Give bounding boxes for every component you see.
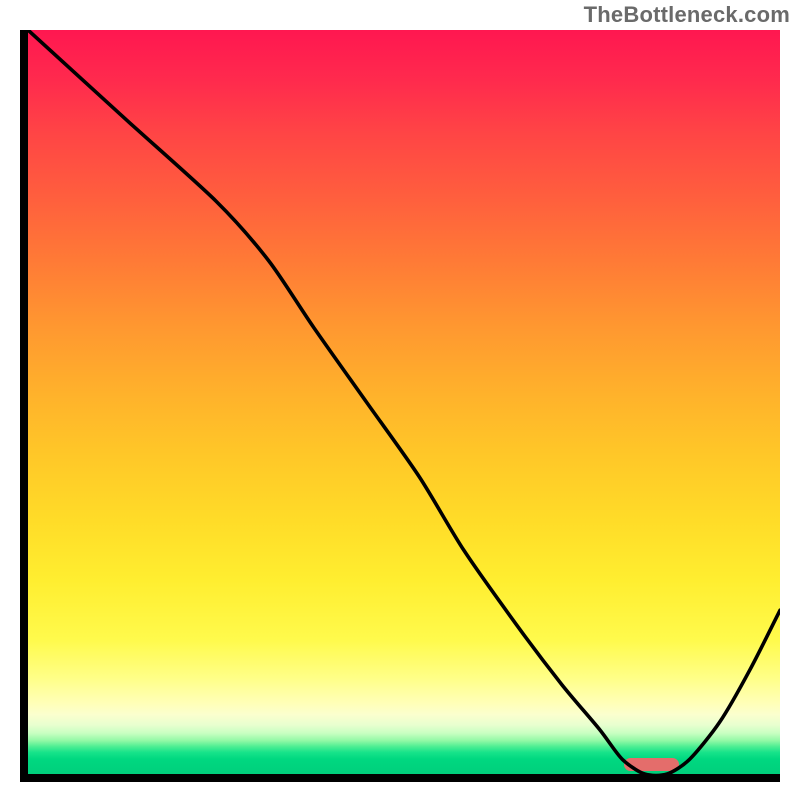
chart-stage: TheBottleneck.com [0, 0, 800, 800]
plot-area [20, 30, 780, 782]
bottleneck-curve [28, 30, 780, 774]
watermark-label: TheBottleneck.com [584, 2, 790, 28]
curve-svg [28, 30, 780, 774]
